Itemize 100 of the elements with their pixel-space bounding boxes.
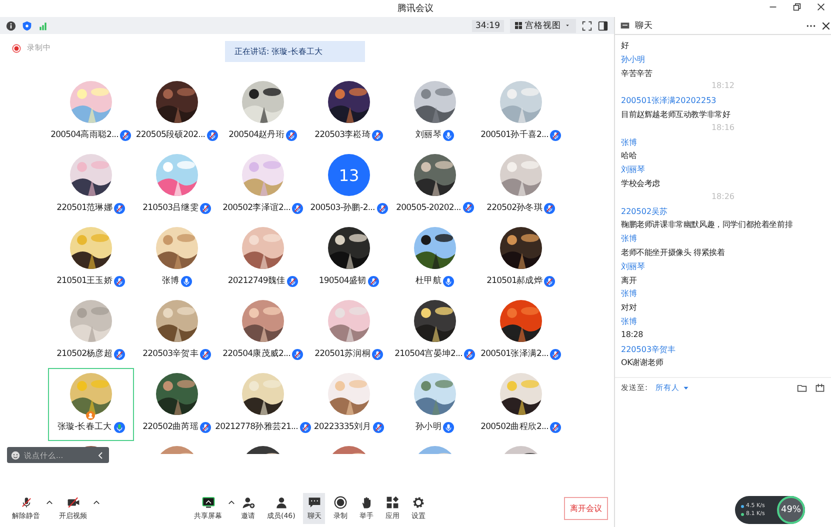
participant-name: 220503李崧琦 [314,129,370,141]
person-badge-icon [86,411,95,420]
muted-mic-icon [550,348,562,360]
muted-mic-icon [550,130,562,140]
caret-icon[interactable] [228,498,235,506]
message-text: 目前赵辉越老师互动教学非常好 [621,108,732,121]
apps-icon [386,496,399,508]
message-text: 对对 [621,302,638,314]
muted-mic-icon [544,276,556,286]
chat-icon [308,496,321,508]
message-text: 哈哈 [621,150,638,162]
folder-icon[interactable] [797,383,807,393]
settings-icon [412,496,425,508]
muted-mic-icon [368,276,380,286]
participant-name: 200502李泽谊2... [222,202,290,214]
cpu-gauge: 49% [777,496,805,524]
participant-name: 200504高雨聪2... [50,129,118,141]
sender-name: 张博 [621,136,638,149]
collapse-icon[interactable] [96,450,105,460]
participant-name: 张博 [162,275,180,287]
muted-mic-icon [200,202,212,214]
participant-name: 刘丽琴 [416,129,442,141]
message-text: OK谢谢老师 [621,357,664,370]
muted-mic-icon [114,202,126,214]
sender-name: 孙小明 [621,54,646,66]
muted-mic-icon [376,202,388,214]
participant-name: 220505段硕202... [136,129,206,141]
person-icon [274,496,288,508]
muted-mic-icon [292,202,304,214]
side-panel-icon[interactable] [598,20,608,30]
muted-mic-icon [550,422,562,432]
sender-name: 200501张泽满20202253 [621,95,718,108]
muted-mic-icon [372,348,384,360]
participant-name: 200504赵丹珩 [228,129,284,141]
participant-name: 210502杨彦超 [56,348,112,360]
muted-mic-icon [372,130,384,140]
participant-name: 220501范琳娜 [56,202,112,214]
participant-name: 200501孙千喜2... [480,129,548,141]
restore-icon[interactable] [793,3,801,11]
participant-name: 210504宫晏坤2... [394,348,462,360]
avatar: 13 [328,154,370,196]
muted-mic-icon [300,422,311,432]
chat-icon [620,20,630,30]
muted-mic-icon [20,496,32,508]
close-icon[interactable] [821,20,831,30]
muted-mic-icon [373,422,384,432]
chat-title: 聊天 [635,20,653,32]
caret-icon[interactable] [46,498,53,506]
close-icon[interactable] [817,3,825,11]
participant-name: 200503-孙鹏-2... [310,202,375,214]
message-text: 好 [621,40,630,52]
muted-mic-icon [207,130,218,140]
message-text: 学校会考虑 [621,178,662,190]
muted-mic-icon [200,348,212,360]
muted-mic-icon [286,130,298,140]
muted-mic-icon [464,348,476,360]
caret-icon[interactable] [93,498,100,506]
leave-meeting-button[interactable]: 离开会议 [564,496,608,520]
sender-name: 刘丽琴 [621,164,646,176]
muted-mic-icon [200,422,212,432]
emoji-icon[interactable] [11,450,20,460]
muted-mic-icon [120,130,132,140]
participant-name: 210501郝成烨 [486,275,542,287]
video-off-icon [66,496,80,508]
fullscreen-icon[interactable] [582,20,592,30]
hand-icon [360,496,373,508]
grid-icon [515,22,522,29]
participant-name: 20223335刘月 [314,421,372,433]
muted-mic-icon [114,276,126,286]
muted-mic-icon [114,348,126,360]
speaking-banner: 正在讲话: 张璇-长春工大 [224,41,364,62]
participant-name: 220503辛贺丰 [142,348,198,360]
participant-name: 220501苏润桐 [314,348,370,360]
sender-name: 刘丽琴 [621,260,646,273]
shield-icon[interactable] [22,20,32,30]
record-icon [334,496,347,508]
message-time: 18:26 [710,192,736,203]
participant-tile[interactable]: 张璇-长春工大 [48,368,134,441]
info-icon[interactable] [6,20,16,30]
message-text: 鞠鹏老师讲课非常幽默风趣，同学们都抢着坐前排 [621,219,794,232]
mic-icon [181,276,192,286]
speaking-mic-icon [114,422,125,432]
sender-name: 张博 [621,288,638,300]
message-time: 18:16 [710,122,736,134]
mic-icon [443,422,454,432]
participant-name: 220502曲芮瑶 [142,421,198,433]
meeting-timer: 34:19 [472,20,504,32]
muted-mic-icon [287,276,298,286]
participant-name: 张璇-长春工大 [57,421,112,433]
participant-name: 210501王玉娇 [56,275,112,287]
participant-name: 孙小明 [416,421,442,433]
sender-name: 220503辛贺丰 [621,344,677,356]
screenshot-icon[interactable] [815,383,825,393]
participant-name: 杜甲航 [416,275,442,287]
recording-icon [12,44,21,52]
participant-name: 20212749魏佳 [228,275,286,287]
muted-mic-icon [544,202,556,214]
participant-name: 200501张泽满2... [480,348,548,360]
view-button[interactable]: 宫格视图 [510,18,576,32]
message-text: 18:28 [621,330,644,341]
